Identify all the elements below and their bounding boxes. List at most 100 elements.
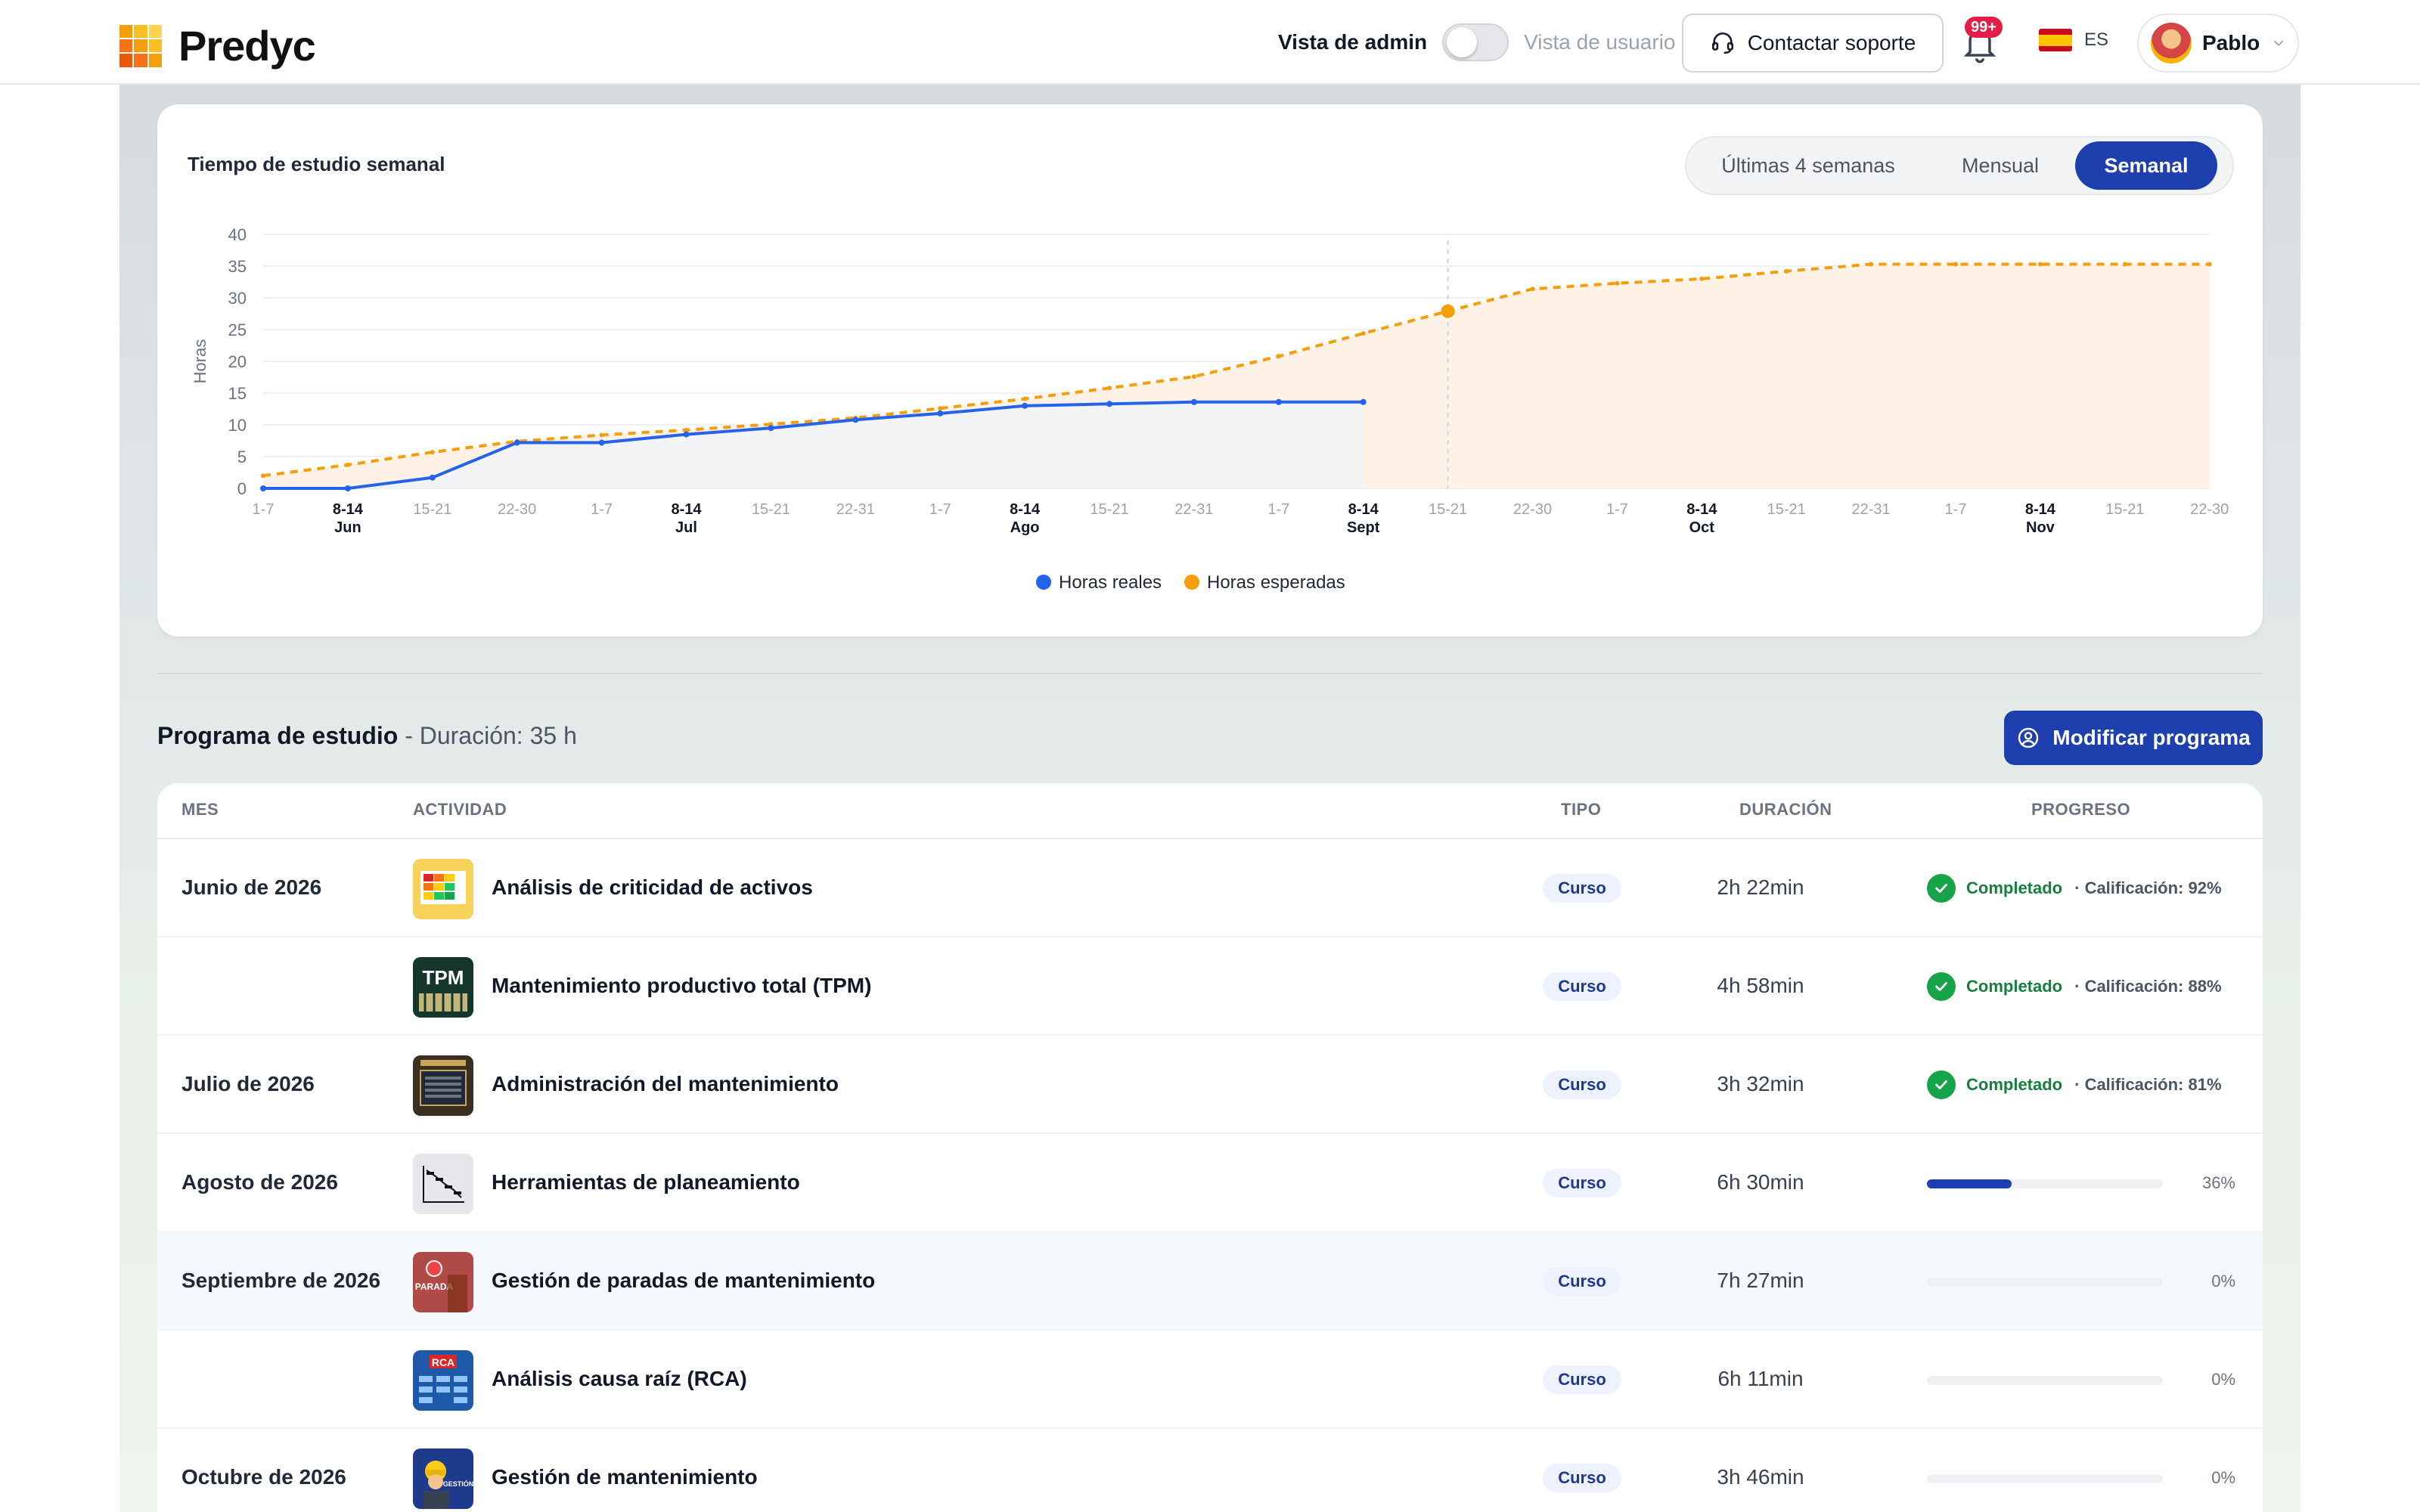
status-label: Completado: [1966, 977, 2063, 996]
row-activity[interactable]: Análisis causa raíz (RCA): [492, 1367, 747, 1391]
status-label: Completado: [1966, 1075, 2063, 1094]
table-row[interactable]: Junio de 2026 Análisis de criticidad de a…: [157, 839, 2263, 937]
row-activity[interactable]: Herramientas de planeamiento: [492, 1170, 800, 1194]
expected-point: [2122, 262, 2127, 267]
expected-point: [1530, 287, 1535, 292]
check-circle-icon: [1927, 874, 1956, 903]
actual-point: [852, 417, 859, 423]
user-name: Pablo: [2202, 31, 2260, 54]
check-circle-icon: [1927, 972, 1956, 1001]
row-activity[interactable]: Administración del mantenimiento: [492, 1072, 839, 1096]
actual-point: [260, 485, 266, 491]
type-badge: Curso: [1543, 972, 1621, 1001]
table-row[interactable]: TPM Mantenimiento productivo total (TPM) C…: [157, 937, 2263, 1036]
support-label: Contactar soporte: [1747, 31, 1916, 54]
type-badge: Curso: [1543, 1169, 1621, 1198]
expected-point: [1441, 304, 1455, 318]
row-month: Octubre de 2026: [182, 1465, 346, 1489]
y-tick-label: 0: [237, 479, 247, 498]
legend-actual-label: Horas reales: [1059, 572, 1162, 593]
contact-support-button[interactable]: Contactar soporte: [1682, 14, 1944, 73]
user-view-label: Vista de usuario: [1524, 30, 1676, 54]
expected-point: [1360, 331, 1366, 336]
x-tick-label: 8-14: [2025, 501, 2056, 518]
row-activity[interactable]: Análisis de criticidad de activos: [492, 875, 813, 900]
x-tick-label: 22-30: [2190, 501, 2229, 518]
row-duration: 3h 32min: [1717, 1072, 1804, 1095]
language-code: ES: [2084, 29, 2109, 50]
row-activity[interactable]: Gestión de mantenimiento: [492, 1465, 758, 1489]
row-month: Junio de 2026: [182, 875, 322, 899]
app-name: Predyc: [178, 22, 316, 70]
expected-point: [1615, 280, 1620, 286]
row-activity[interactable]: Mantenimiento productivo total (TPM): [492, 974, 871, 998]
expected-point: [938, 406, 943, 411]
progress-percent: 0%: [2211, 1468, 2235, 1487]
expected-point: [345, 462, 350, 467]
y-tick-label: 20: [228, 352, 247, 371]
y-tick-label: 30: [228, 289, 247, 308]
svg-text:PARADA: PARADA: [415, 1281, 454, 1292]
table-row[interactable]: Septiembre de 2026 PARADA Gestión de parad…: [157, 1232, 2263, 1331]
legend-expected-label: Horas esperadas: [1207, 572, 1345, 593]
row-duration: 4h 58min: [1717, 974, 1804, 997]
x-tick-label: 1-7: [591, 501, 613, 518]
expected-point: [261, 473, 265, 479]
type-badge: Curso: [1543, 1070, 1621, 1099]
view-toggle[interactable]: [1442, 23, 1509, 61]
avatar: [2151, 23, 2192, 64]
row-month: Septiembre de 2026: [182, 1269, 381, 1292]
x-tick-label: 15-21: [1429, 501, 1467, 518]
expected-point: [1107, 386, 1112, 391]
progress-fill: [1927, 1179, 2012, 1188]
y-tick-label: 5: [237, 448, 247, 466]
expected-point: [2037, 262, 2043, 267]
actual-point: [598, 439, 605, 446]
section-divider: [157, 673, 2263, 674]
language-selector[interactable]: ES: [2039, 29, 2108, 51]
modify-program-button[interactable]: Modificar programa: [2004, 711, 2263, 765]
legend-actual-swatch: [1036, 575, 1051, 590]
table-row[interactable]: RCA Análisis causa raíz (RCA) Curso 6h 11mi…: [157, 1331, 2263, 1429]
headset-icon: [1711, 33, 1733, 54]
x-tick-label: 1-7: [1267, 501, 1289, 518]
actual-point: [768, 425, 774, 432]
svg-text:GESTIÓN: GESTIÓN: [443, 1479, 473, 1488]
program-title: Programa de estudio: [157, 722, 399, 749]
actual-point: [344, 485, 351, 491]
table-row[interactable]: Agosto de 2026 Herramientas de planeamien…: [157, 1134, 2263, 1232]
grade-label: · Calificación: 88%: [2074, 977, 2222, 996]
table-row[interactable]: Octubre de 2026 GESTIÓN Gestión de manteni…: [157, 1429, 2263, 1512]
planning-tools-thumbnail: [413, 1154, 473, 1214]
logo[interactable]: Predyc: [119, 21, 316, 70]
spain-flag-icon: [2039, 29, 2072, 51]
y-tick-label: 10: [228, 416, 247, 435]
progress-percent: 0%: [2211, 1272, 2235, 1290]
row-month: Agosto de 2026: [182, 1170, 338, 1194]
user-circle-icon: [2018, 727, 2039, 748]
admin-view-label: Vista de admin: [1278, 30, 1428, 54]
row-duration: 3h 46min: [1717, 1465, 1804, 1489]
row-duration: 2h 22min: [1717, 875, 1804, 899]
row-duration: 6h 11min: [1717, 1367, 1804, 1390]
x-tick-label: 8-14: [671, 501, 702, 518]
expected-point: [1191, 374, 1196, 380]
x-tick-label: 1-7: [253, 501, 275, 518]
expected-point: [1022, 396, 1028, 401]
progress-bar: [1927, 1278, 2163, 1287]
expected-point: [599, 432, 604, 438]
y-tick-label: 40: [228, 225, 247, 244]
expected-point: [1699, 276, 1705, 281]
x-tick-label: 15-21: [1767, 501, 1806, 518]
notification-badge: 99+: [1965, 17, 2003, 38]
actual-point: [937, 410, 944, 417]
study-time-card: Tiempo de estudio semanal Últimas 4 sema…: [157, 104, 2263, 637]
row-activity[interactable]: Gestión de paradas de mantenimiento: [492, 1269, 875, 1293]
type-badge: Curso: [1543, 1464, 1621, 1492]
view-switch: Vista de admin Vista de usuario: [1278, 23, 1675, 62]
x-tick-label: 22-31: [1174, 501, 1213, 518]
x-tick-label: 22-31: [1852, 501, 1891, 518]
y-axis-label: Horas: [191, 339, 209, 384]
user-menu[interactable]: Pablo: [2137, 14, 2299, 73]
table-row[interactable]: Julio de 2026 Administración del mantenim…: [157, 1036, 2263, 1134]
